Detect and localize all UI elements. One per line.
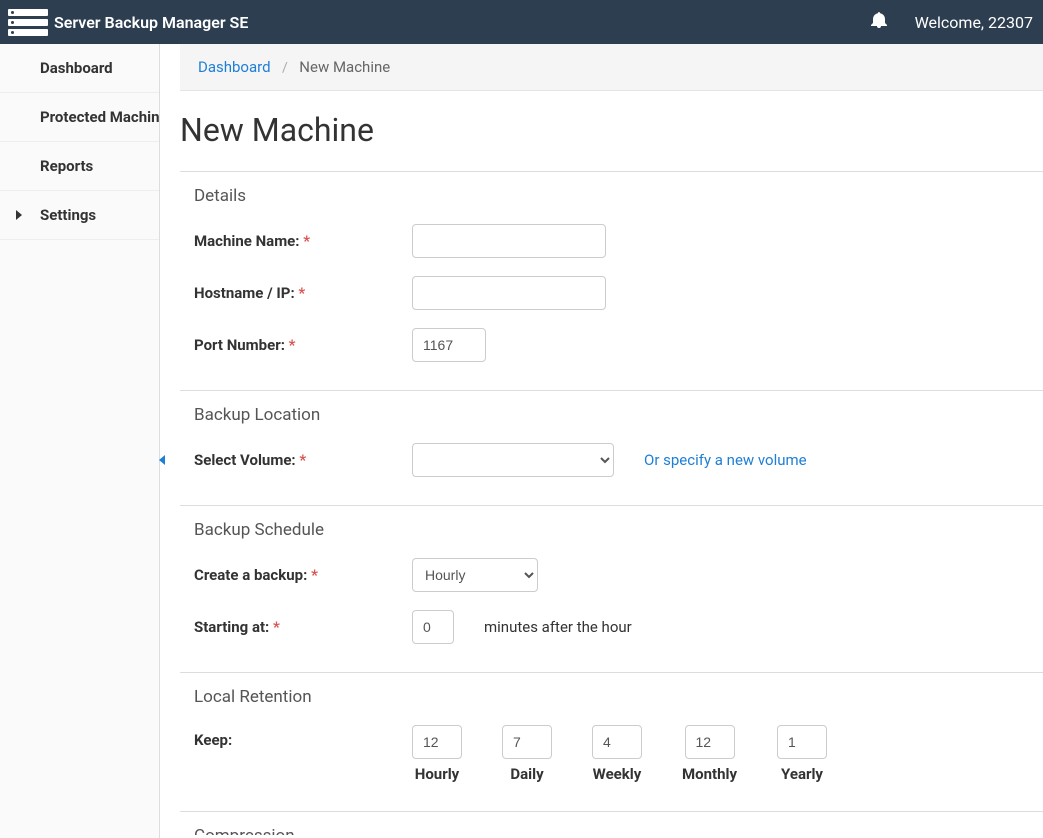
- breadcrumb-root[interactable]: Dashboard: [198, 58, 271, 76]
- caret-right-icon: [16, 206, 24, 224]
- hostname-label: Hostname / IP: *: [194, 284, 412, 302]
- machine-name-input[interactable]: [412, 224, 606, 258]
- retention-yearly-input[interactable]: [777, 725, 827, 759]
- sidebar-item-label: Settings: [40, 206, 96, 224]
- retention-monthly-input[interactable]: [685, 725, 735, 759]
- select-volume-label: Select Volume: *: [194, 451, 412, 469]
- retention-daily-input[interactable]: [502, 725, 552, 759]
- section-backup-location: Backup Location Select Volume: * Or spec…: [180, 390, 1043, 505]
- section-local-retention: Local Retention Keep: Hourly Daily: [180, 672, 1043, 811]
- machine-name-label: Machine Name: *: [194, 232, 412, 250]
- retention-monthly-label: Monthly: [682, 765, 737, 783]
- retention-weekly-label: Weekly: [593, 765, 642, 783]
- retention-group: Hourly Daily Weekly Monthly: [412, 725, 827, 783]
- breadcrumb-current: New Machine: [299, 58, 390, 76]
- page-title: New Machine: [180, 111, 1043, 149]
- starting-at-label: Starting at: *: [194, 618, 412, 636]
- section-title-backup-location: Backup Location: [180, 405, 1043, 425]
- hostname-input[interactable]: [412, 276, 606, 310]
- logo-icon: [8, 7, 48, 37]
- sidebar-collapse-icon[interactable]: [157, 454, 165, 468]
- sidebar-item-protected-machines[interactable]: Protected Machines: [0, 93, 159, 142]
- section-title-compression: Compression: [180, 826, 1043, 835]
- starting-at-input[interactable]: [412, 610, 454, 644]
- retention-hourly-label: Hourly: [415, 765, 459, 783]
- retention-daily-label: Daily: [510, 765, 543, 783]
- select-volume-select[interactable]: [412, 443, 614, 477]
- retention-yearly-label: Yearly: [781, 765, 823, 783]
- section-compression: Compression: [180, 811, 1043, 835]
- header: Server Backup Manager SE Welcome, 22307: [0, 0, 1043, 44]
- retention-daily: Daily: [502, 725, 552, 783]
- breadcrumb-sep: /: [282, 60, 288, 76]
- sidebar-item-label: Dashboard: [40, 59, 113, 77]
- new-volume-link[interactable]: Or specify a new volume: [644, 451, 807, 469]
- port-label: Port Number: *: [194, 336, 412, 354]
- retention-monthly: Monthly: [682, 725, 737, 783]
- retention-weekly: Weekly: [592, 725, 642, 783]
- sidebar: Dashboard Protected Machines Reports Set…: [0, 44, 160, 838]
- port-input[interactable]: [412, 328, 486, 362]
- section-backup-schedule: Backup Schedule Create a backup: * Hourl…: [180, 505, 1043, 672]
- sidebar-item-label: Reports: [40, 157, 93, 175]
- bell-icon[interactable]: [871, 12, 887, 32]
- retention-hourly: Hourly: [412, 725, 462, 783]
- retention-weekly-input[interactable]: [592, 725, 642, 759]
- sidebar-item-settings[interactable]: Settings: [0, 191, 159, 240]
- retention-yearly: Yearly: [777, 725, 827, 783]
- keep-label: Keep:: [194, 725, 412, 749]
- app-title: Server Backup Manager SE: [54, 13, 248, 32]
- section-title-local-retention: Local Retention: [180, 687, 1043, 707]
- section-title-details: Details: [180, 186, 1043, 206]
- main: Dashboard / New Machine New Machine Deta…: [180, 44, 1043, 838]
- create-backup-select[interactable]: Hourly: [412, 558, 538, 592]
- welcome-text[interactable]: Welcome, 22307: [915, 13, 1033, 32]
- section-title-backup-schedule: Backup Schedule: [180, 520, 1043, 540]
- section-details: Details Machine Name: * Hostname / IP: *: [180, 171, 1043, 390]
- create-backup-label: Create a backup: *: [194, 566, 412, 584]
- breadcrumb: Dashboard / New Machine: [180, 44, 1043, 91]
- retention-hourly-input[interactable]: [412, 725, 462, 759]
- starting-at-hint: minutes after the hour: [484, 618, 632, 636]
- sidebar-item-reports[interactable]: Reports: [0, 142, 159, 191]
- sidebar-item-label: Protected Machines: [40, 108, 159, 126]
- sidebar-item-dashboard[interactable]: Dashboard: [0, 44, 159, 93]
